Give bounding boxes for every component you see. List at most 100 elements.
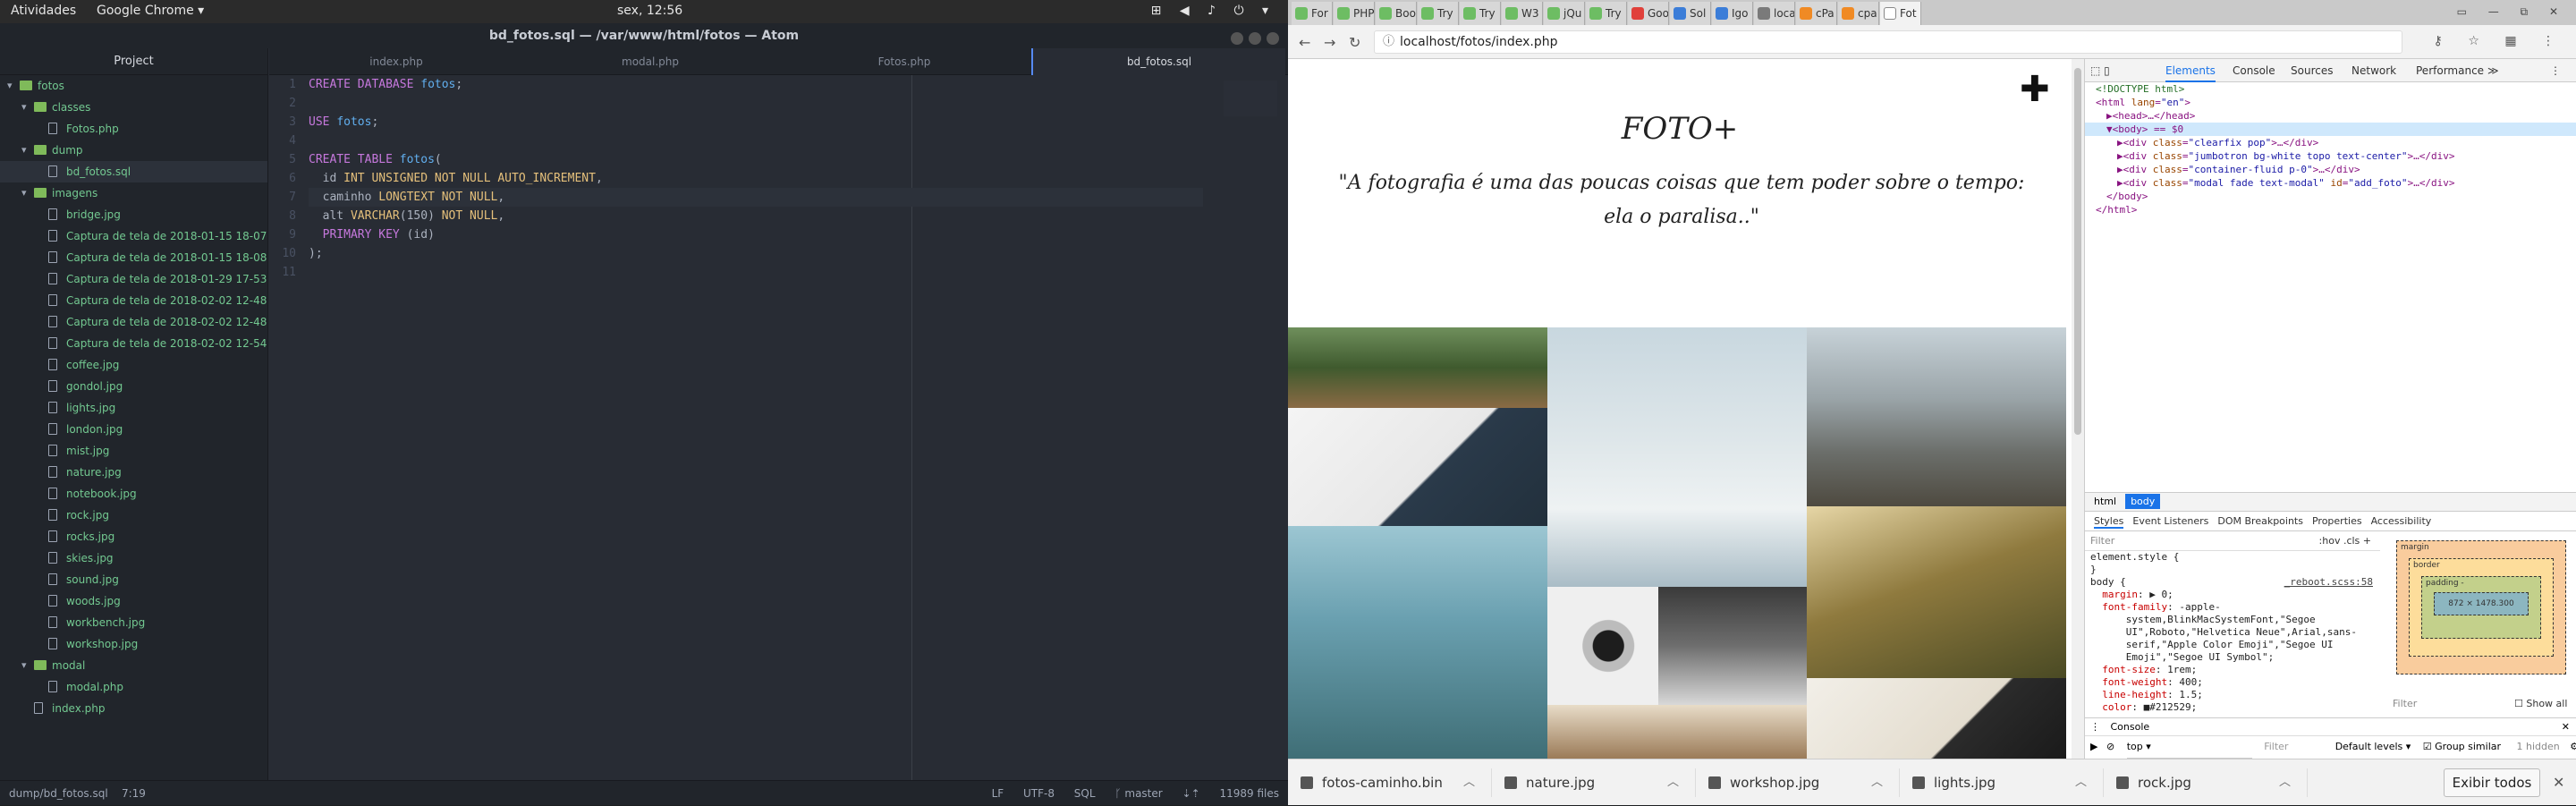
browser-tab[interactable]: Try [1586,2,1627,25]
code-line[interactable]: USE fotos; [309,113,1203,132]
dom-node[interactable]: </body> [2085,190,2576,203]
tree-folder[interactable]: ▾ imagens [0,182,267,204]
code-content[interactable]: CREATE DATABASE fotos; USE fotos; CREATE… [309,75,1203,282]
photo-skies[interactable] [1547,327,1807,587]
style-rule-line[interactable]: system,BlinkMacSystemFont,"Segoe [2085,614,2380,626]
style-rule-line[interactable]: Emoji","Segoe UI Symbol"; [2085,651,2380,664]
devtools-menu-icon[interactable]: ⋮ [2550,64,2561,77]
stylesheet-link[interactable]: _reboot.scss:58 [2284,576,2373,589]
devtools-tab[interactable]: Performance [2416,64,2484,77]
photo-bridge[interactable] [1288,327,1547,408]
chevron-up-icon[interactable]: ︿ [2075,768,2087,797]
drawer-menu-icon[interactable]: ⋮ [2090,721,2100,733]
status-git-branch[interactable]: ᚴ master [1114,787,1162,800]
console-filter[interactable]: Filter [2264,736,2326,758]
close-shelf-icon[interactable]: ✕ [2553,774,2564,791]
browser-tab[interactable]: For [1292,2,1333,25]
browser-tab[interactable]: Try [1418,2,1459,25]
chevron-down-icon[interactable]: ▾ [21,97,27,118]
chevron-up-icon[interactable]: ︿ [1871,768,1883,797]
browser-tab[interactable]: Igo [1712,2,1753,25]
dom-node[interactable]: ▶<div class="modal fade text-modal" id="… [2085,176,2576,190]
browser-tab[interactable]: jQu [1544,2,1585,25]
styles-subtab[interactable]: Accessibility [2371,515,2432,527]
code-line[interactable]: CREATE TABLE fotos( [309,150,1203,169]
devtools-tab[interactable]: Sources [2291,64,2333,77]
back-icon[interactable]: ← [1299,34,1310,51]
tree-file[interactable]: Captura de tela de 2018-02-02 12-48-49.p [0,290,267,311]
dom-node[interactable]: </html> [2085,203,2576,216]
show-all-downloads-button[interactable]: Exibir todos [2444,768,2540,797]
devtools-tab[interactable]: Network [2351,64,2396,77]
tree-folder[interactable]: ▾ dump [0,140,267,161]
breadcrumb-item[interactable]: html [2089,494,2122,509]
tree-file[interactable]: mist.jpg [0,440,267,462]
show-all-checkbox[interactable]: ☐ Show all [2514,698,2567,709]
maximize-icon[interactable] [1249,32,1261,45]
chevron-down-icon[interactable]: ▾ [21,182,27,204]
tree-folder[interactable]: ▾ classes [0,97,267,118]
editor-tab[interactable]: modal.php [523,48,777,75]
photo-woods[interactable] [1547,705,1807,759]
site-info-icon[interactable]: ⓘ [1383,31,1394,53]
close-drawer-icon[interactable]: ✕ [2562,718,2570,736]
download-item[interactable]: nature.jpg ︿ [1499,768,1696,797]
console-drawer-tab[interactable]: Console [2111,721,2150,733]
download-item[interactable]: fotos-caminho.bin ︿ [1295,768,1492,797]
breadcrumb-item[interactable]: body [2125,494,2161,509]
activities-button[interactable]: Atividades [11,4,76,18]
tree-file[interactable]: Captura de tela de 2018-02-02 12-54-57.p [0,333,267,354]
tree-file[interactable]: bridge.jpg [0,204,267,225]
computed-filter[interactable]: Filter [2393,698,2417,709]
code-line[interactable]: alt VARCHAR(150) NOT NULL, [309,207,1203,225]
tree-file[interactable]: index.php [0,698,267,719]
chevron-up-icon[interactable]: ︿ [2279,768,2291,797]
chevron-up-icon[interactable]: ︿ [1667,768,1679,797]
status-grammar[interactable]: SQL [1074,787,1096,800]
browser-tab[interactable]: W3 [1502,2,1543,25]
styles-subtab[interactable]: DOM Breakpoints [2217,515,2303,527]
add-photo-button[interactable]: ✚ [2020,72,2050,107]
dom-node[interactable]: ▶<div class="clearfix pop">…</div> [2085,136,2576,149]
style-rule-line[interactable]: font-weight: 400; [2085,676,2380,689]
dock-inspect-icon[interactable]: ⬚ ▯ [2090,64,2110,77]
page-scrollbar[interactable] [2072,59,2084,759]
tree-file[interactable]: workbench.jpg [0,612,267,633]
system-menu[interactable]: ⊞ ◀ ♪ ⏻ ▾ [1151,4,1275,18]
photo-gondola[interactable] [1288,526,1547,759]
tree-file[interactable]: modal.php [0,676,267,698]
browser-tab[interactable]: Fot [1880,2,1921,25]
context-select[interactable]: top ▾ [2126,736,2252,759]
editor-tab[interactable]: Fotos.php [777,48,1031,75]
style-rule-line[interactable]: element.style { [2085,551,2380,564]
styles-subtab[interactable]: Properties [2312,515,2362,527]
dom-node[interactable]: ▶<head>…</head> [2085,109,2576,123]
tree-file[interactable]: Captura de tela de 2018-01-29 17-53-47.p [0,268,267,290]
browser-tab[interactable]: Try [1460,2,1501,25]
reload-icon[interactable]: ↻ [1349,34,1360,51]
style-rule-line[interactable]: serif,"Apple Color Emoji","Segoe UI [2085,639,2380,651]
download-item[interactable]: rock.jpg ︿ [2111,768,2308,797]
photo-workbench[interactable] [1658,587,1807,705]
styles-subtab[interactable]: Styles [2094,515,2124,529]
tree-folder[interactable]: ▾ modal [0,655,267,676]
photo-speaker[interactable] [1547,587,1658,705]
log-levels-select[interactable]: Default levels ▾ [2335,741,2411,752]
editor-tab[interactable]: index.php [269,48,523,75]
code-line[interactable] [309,94,1203,113]
close-icon[interactable] [1267,32,1279,45]
tree-file[interactable]: Fotos.php [0,118,267,140]
chevron-down-icon[interactable]: ▾ [7,75,13,97]
status-git-sync[interactable]: ⇣⇡ [1182,787,1200,800]
tree-folder[interactable]: ▾ fotos [0,75,267,97]
style-rule-line[interactable]: UI",Roboto,"Helvetica Neue",Arial,sans- [2085,626,2380,639]
tree-file[interactable]: Captura de tela de 2018-02-02 12-48-50.p [0,311,267,333]
dom-node[interactable]: ▶<div class="container-fluid p-0">…</div… [2085,163,2576,176]
tree-file[interactable]: bd_fotos.sql [0,161,267,182]
scroll-thumb[interactable] [2074,68,2081,435]
code-editor[interactable]: 1 2 3 4 5 6 7 8 9 10 11 CREATE DATABASE fotos; USE… [269,75,1288,780]
tree-file[interactable]: coffee.jpg [0,354,267,376]
browser-tab[interactable]: cPa [1796,2,1837,25]
style-rule-line[interactable]: } [2085,564,2380,576]
browser-tab[interactable]: Goo [1628,2,1669,25]
